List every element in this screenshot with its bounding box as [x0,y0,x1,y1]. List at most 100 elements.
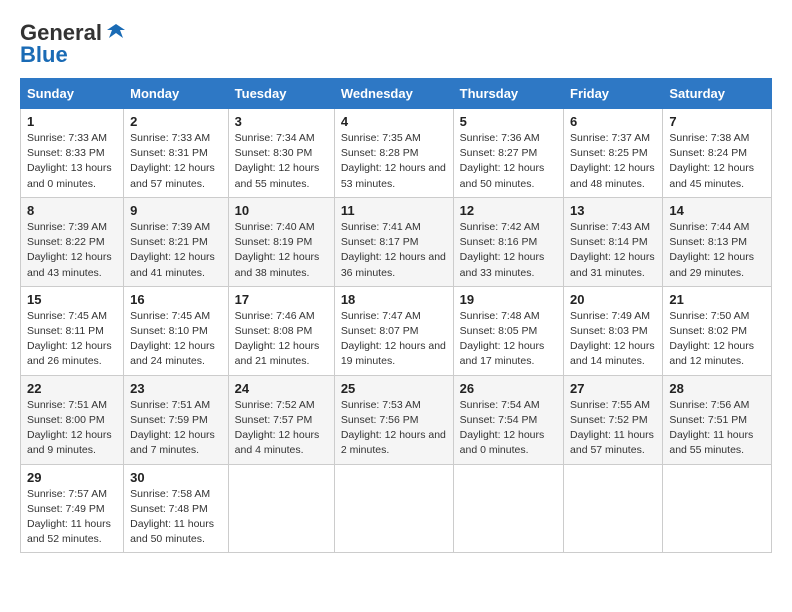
day-number: 15 [27,292,117,307]
day-number: 28 [669,381,765,396]
calendar-cell: 14 Sunrise: 7:44 AM Sunset: 8:13 PM Dayli… [663,197,772,286]
calendar-cell: 24 Sunrise: 7:52 AM Sunset: 7:57 PM Dayli… [228,375,334,464]
day-number: 14 [669,203,765,218]
calendar-cell: 26 Sunrise: 7:54 AM Sunset: 7:54 PM Dayli… [453,375,563,464]
col-header-thursday: Thursday [453,79,563,109]
day-detail: Sunrise: 7:51 AM Sunset: 7:59 PM Dayligh… [130,398,222,459]
day-number: 8 [27,203,117,218]
calendar-cell [334,464,453,553]
day-number: 29 [27,470,117,485]
calendar-cell: 1 Sunrise: 7:33 AM Sunset: 8:33 PM Daylig… [21,109,124,198]
calendar-week-row: 15 Sunrise: 7:45 AM Sunset: 8:11 PM Dayli… [21,286,772,375]
day-detail: Sunrise: 7:54 AM Sunset: 7:54 PM Dayligh… [460,398,557,459]
day-detail: Sunrise: 7:40 AM Sunset: 8:19 PM Dayligh… [235,220,328,281]
calendar-cell: 3 Sunrise: 7:34 AM Sunset: 8:30 PM Daylig… [228,109,334,198]
calendar-cell: 20 Sunrise: 7:49 AM Sunset: 8:03 PM Dayli… [564,286,663,375]
calendar-cell: 6 Sunrise: 7:37 AM Sunset: 8:25 PM Daylig… [564,109,663,198]
day-detail: Sunrise: 7:37 AM Sunset: 8:25 PM Dayligh… [570,131,656,192]
day-number: 7 [669,114,765,129]
calendar-cell: 8 Sunrise: 7:39 AM Sunset: 8:22 PM Daylig… [21,197,124,286]
day-number: 26 [460,381,557,396]
day-detail: Sunrise: 7:51 AM Sunset: 8:00 PM Dayligh… [27,398,117,459]
day-detail: Sunrise: 7:56 AM Sunset: 7:51 PM Dayligh… [669,398,765,459]
calendar-cell: 17 Sunrise: 7:46 AM Sunset: 8:08 PM Dayli… [228,286,334,375]
calendar-cell: 5 Sunrise: 7:36 AM Sunset: 8:27 PM Daylig… [453,109,563,198]
day-number: 20 [570,292,656,307]
day-detail: Sunrise: 7:41 AM Sunset: 8:17 PM Dayligh… [341,220,447,281]
day-number: 27 [570,381,656,396]
day-number: 12 [460,203,557,218]
calendar-cell: 30 Sunrise: 7:58 AM Sunset: 7:48 PM Dayli… [124,464,229,553]
day-detail: Sunrise: 7:45 AM Sunset: 8:10 PM Dayligh… [130,309,222,370]
logo-bird-icon [105,20,127,42]
day-number: 5 [460,114,557,129]
calendar-cell: 15 Sunrise: 7:45 AM Sunset: 8:11 PM Dayli… [21,286,124,375]
day-number: 25 [341,381,447,396]
day-detail: Sunrise: 7:33 AM Sunset: 8:33 PM Dayligh… [27,131,117,192]
col-header-monday: Monday [124,79,229,109]
calendar-cell: 28 Sunrise: 7:56 AM Sunset: 7:51 PM Dayli… [663,375,772,464]
day-number: 21 [669,292,765,307]
day-number: 10 [235,203,328,218]
day-number: 17 [235,292,328,307]
calendar-cell: 27 Sunrise: 7:55 AM Sunset: 7:52 PM Dayli… [564,375,663,464]
calendar-week-row: 29Sunrise: 7:57 AM Sunset: 7:49 PM Dayli… [21,464,772,553]
calendar-cell [564,464,663,553]
col-header-sunday: Sunday [21,79,124,109]
col-header-wednesday: Wednesday [334,79,453,109]
calendar-week-row: 8 Sunrise: 7:39 AM Sunset: 8:22 PM Daylig… [21,197,772,286]
day-detail: Sunrise: 7:46 AM Sunset: 8:08 PM Dayligh… [235,309,328,370]
logo-blue-text: Blue [20,42,68,68]
day-number: 4 [341,114,447,129]
calendar-cell: 9 Sunrise: 7:39 AM Sunset: 8:21 PM Daylig… [124,197,229,286]
day-number: 16 [130,292,222,307]
calendar-cell: 19Sunrise: 7:48 AM Sunset: 8:05 PM Dayli… [453,286,563,375]
calendar-cell [663,464,772,553]
calendar-cell: 18 Sunrise: 7:47 AM Sunset: 8:07 PM Dayli… [334,286,453,375]
calendar-cell: 16 Sunrise: 7:45 AM Sunset: 8:10 PM Dayli… [124,286,229,375]
day-number: 11 [341,203,447,218]
day-detail: Sunrise: 7:36 AM Sunset: 8:27 PM Dayligh… [460,131,557,192]
day-number: 9 [130,203,222,218]
day-detail: Sunrise: 7:33 AM Sunset: 8:31 PM Dayligh… [130,131,222,192]
page-header: General Blue [20,20,772,68]
day-detail: Sunrise: 7:55 AM Sunset: 7:52 PM Dayligh… [570,398,656,459]
day-detail: Sunrise: 7:58 AM Sunset: 7:48 PM Dayligh… [130,487,222,548]
day-number: 18 [341,292,447,307]
day-number: 2 [130,114,222,129]
calendar-cell: 12 Sunrise: 7:42 AM Sunset: 8:16 PM Dayli… [453,197,563,286]
day-detail: Sunrise: 7:43 AM Sunset: 8:14 PM Dayligh… [570,220,656,281]
calendar-cell: 23 Sunrise: 7:51 AM Sunset: 7:59 PM Dayli… [124,375,229,464]
calendar-cell: 22 Sunrise: 7:51 AM Sunset: 8:00 PM Dayli… [21,375,124,464]
logo: General Blue [20,20,127,68]
day-detail: Sunrise: 7:47 AM Sunset: 8:07 PM Dayligh… [341,309,447,370]
calendar-cell: 13 Sunrise: 7:43 AM Sunset: 8:14 PM Dayli… [564,197,663,286]
calendar-cell: 10 Sunrise: 7:40 AM Sunset: 8:19 PM Dayli… [228,197,334,286]
day-detail: Sunrise: 7:45 AM Sunset: 8:11 PM Dayligh… [27,309,117,370]
day-number: 30 [130,470,222,485]
day-number: 24 [235,381,328,396]
calendar-cell: 2 Sunrise: 7:33 AM Sunset: 8:31 PM Daylig… [124,109,229,198]
day-detail: Sunrise: 7:52 AM Sunset: 7:57 PM Dayligh… [235,398,328,459]
day-detail: Sunrise: 7:48 AM Sunset: 8:05 PM Dayligh… [460,309,557,370]
calendar-cell: 7Sunrise: 7:38 AM Sunset: 8:24 PM Daylig… [663,109,772,198]
day-number: 13 [570,203,656,218]
day-number: 6 [570,114,656,129]
day-number: 22 [27,381,117,396]
calendar-cell: 25Sunrise: 7:53 AM Sunset: 7:56 PM Dayli… [334,375,453,464]
day-detail: Sunrise: 7:35 AM Sunset: 8:28 PM Dayligh… [341,131,447,192]
calendar-cell: 29Sunrise: 7:57 AM Sunset: 7:49 PM Dayli… [21,464,124,553]
calendar-cell [453,464,563,553]
day-detail: Sunrise: 7:39 AM Sunset: 8:22 PM Dayligh… [27,220,117,281]
day-detail: Sunrise: 7:39 AM Sunset: 8:21 PM Dayligh… [130,220,222,281]
calendar-cell: 11 Sunrise: 7:41 AM Sunset: 8:17 PM Dayli… [334,197,453,286]
day-number: 1 [27,114,117,129]
day-number: 3 [235,114,328,129]
calendar-cell: 21 Sunrise: 7:50 AM Sunset: 8:02 PM Dayli… [663,286,772,375]
day-detail: Sunrise: 7:42 AM Sunset: 8:16 PM Dayligh… [460,220,557,281]
day-detail: Sunrise: 7:34 AM Sunset: 8:30 PM Dayligh… [235,131,328,192]
day-detail: Sunrise: 7:44 AM Sunset: 8:13 PM Dayligh… [669,220,765,281]
day-number: 23 [130,381,222,396]
day-detail: Sunrise: 7:49 AM Sunset: 8:03 PM Dayligh… [570,309,656,370]
day-detail: Sunrise: 7:50 AM Sunset: 8:02 PM Dayligh… [669,309,765,370]
